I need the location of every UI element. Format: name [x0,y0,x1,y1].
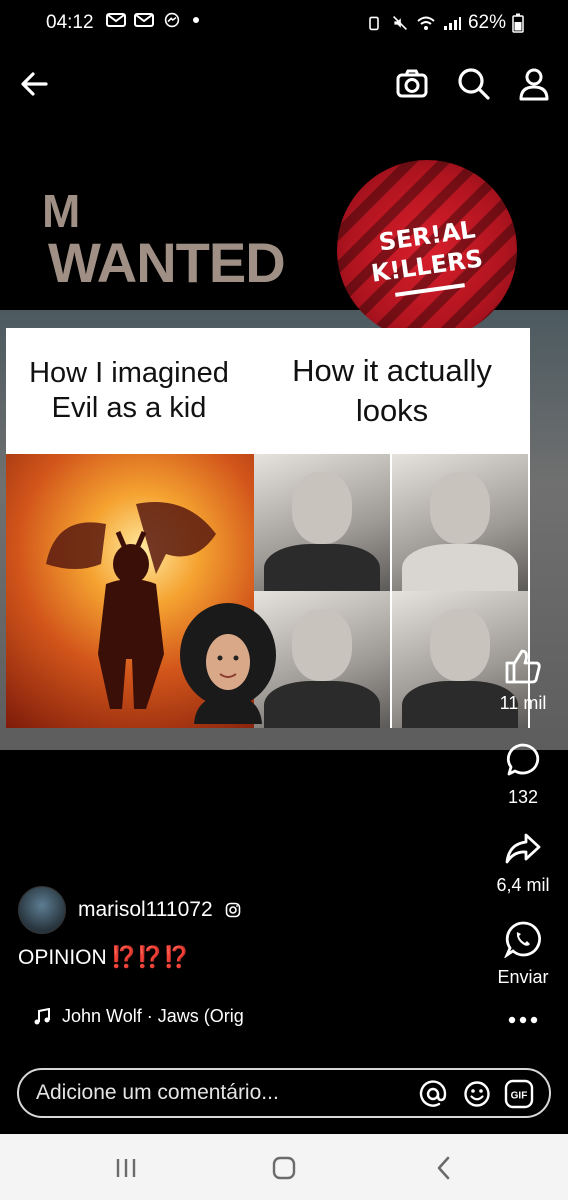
thumbs-up-icon [505,649,541,684]
author-username[interactable]: marisol111072 [78,898,213,922]
mute-icon [393,16,407,30]
battery-icon [512,13,524,33]
more-dots-icon [508,1016,538,1024]
share-button[interactable]: 6,4 mil [478,832,568,896]
messenger-icon [164,12,180,28]
serial-killers-badge: SER!AL K!LLERS [337,160,517,340]
instagram-icon [225,902,240,918]
emoji-button[interactable] [461,1078,493,1110]
smiley-icon [464,1081,490,1107]
svg-text:GIF: GIF [511,1091,528,1102]
status-bar: 04:12 62% [0,0,568,46]
share-arrow-icon [505,833,541,864]
home-button[interactable] [264,1152,304,1184]
system-back-button[interactable] [424,1152,464,1184]
back-arrow-icon [21,72,48,96]
portrait-top-right [392,454,528,591]
recent-apps-button[interactable] [106,1152,146,1184]
search-button[interactable] [454,64,494,104]
gmail-icon [106,13,126,27]
recent-apps-icon [116,1159,136,1177]
share-count: 6,4 mil [496,875,550,895]
portrait-top-left [254,454,390,591]
meme-caption-right: How it actually looks [292,352,492,428]
profile-icon [519,68,549,101]
back-button[interactable] [14,64,54,104]
notification-icons [106,12,210,28]
search-icon [458,68,490,100]
avatar-sticker [180,603,276,724]
author-avatar[interactable] [18,886,66,934]
wifi-icon [417,16,435,30]
top-nav [0,56,568,112]
caption-marks: ⁉️⁉️⁉️ [110,946,190,969]
post-author[interactable]: marisol111072 [18,886,241,934]
dot-icon [193,17,199,23]
post-caption: OPINION ⁉️⁉️⁉️ [18,946,189,970]
status-time: 04:12 [46,12,94,33]
chevron-left-icon [437,1156,450,1180]
mail-icon [134,13,154,27]
camera-icon [396,69,428,98]
system-nav-bar [0,1134,568,1200]
like-count: 11 mil [499,693,547,713]
home-icon [272,1156,296,1180]
meme-caption-left: How I imagined Evil as a kid [29,357,229,424]
send-whatsapp-button[interactable]: Enviar [478,920,568,988]
like-button[interactable]: 11 mil [478,648,568,714]
caption-text: OPINION [18,946,107,969]
audio-track[interactable]: John Wolf · Jaws (Orig [34,1006,260,1027]
battery-percent: 62% [467,12,506,33]
gif-button[interactable]: GIF [503,1078,535,1110]
send-label: Enviar [497,967,549,987]
wanted-text: WANTED [48,231,286,294]
comment-button[interactable]: 132 [478,742,568,808]
more-options-button[interactable] [478,1012,568,1030]
battery-saver-icon [369,16,379,31]
at-sign-icon [419,1080,447,1107]
gif-icon: GIF [504,1079,534,1109]
signal-icon [443,17,461,30]
camera-button[interactable] [392,64,432,104]
mention-button[interactable] [417,1078,449,1110]
whatsapp-icon [503,921,541,959]
comment-input[interactable] [36,1081,396,1105]
profile-button[interactable] [514,64,554,104]
comment-bubble-icon [506,743,540,776]
status-right: 62% [364,12,524,34]
audio-title: John Wolf · Jaws (Orig [62,1006,244,1026]
music-note-icon [34,1007,50,1024]
comment-box[interactable]: GIF [17,1068,551,1118]
comment-count: 132 [507,787,539,807]
